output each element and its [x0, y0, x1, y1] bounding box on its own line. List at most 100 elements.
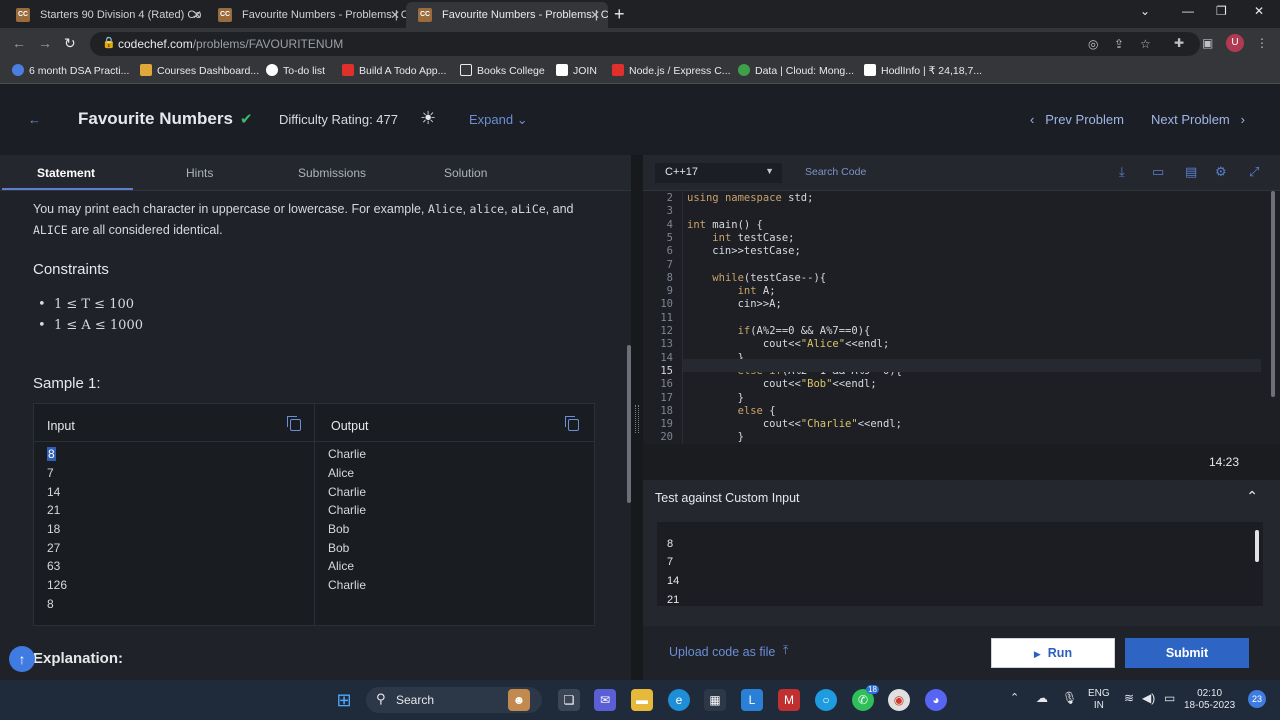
url-input[interactable]: 🔒 codechef.com/problems/FAVOURITENUM ◎ ⇪…	[90, 32, 1200, 56]
close-icon[interactable]: ✕	[590, 2, 600, 28]
sample-input-row[interactable]: 27	[47, 541, 60, 555]
code-line[interactable]: using namespace std;	[687, 192, 813, 204]
expand-button[interactable]: Expand ⌄	[469, 112, 528, 128]
menu-icon[interactable]: ⋮	[1256, 36, 1268, 50]
new-tab-icon[interactable]: +	[614, 2, 625, 26]
windows-start-icon[interactable]: ⊞	[333, 689, 355, 711]
sample-output-row[interactable]: Charlie	[328, 503, 366, 517]
sample-output-row[interactable]: Charlie	[328, 447, 366, 461]
tab-submissions[interactable]: Submissions	[298, 166, 366, 180]
sample-output-row[interactable]: Bob	[328, 522, 349, 536]
code-line[interactable]: int main() {	[687, 219, 763, 231]
code-line[interactable]: while(testCase--){	[687, 272, 826, 284]
onedrive-icon[interactable]: ☁	[1036, 692, 1048, 704]
drag-handle-icon[interactable]	[635, 405, 639, 433]
bookmark-item[interactable]: Books College	[460, 64, 545, 77]
tab-statement[interactable]: Statement	[37, 166, 95, 180]
cortana-icon[interactable]: ○	[815, 689, 837, 711]
bookmark-item[interactable]: HodlInfo | ₹ 24,18,7...	[864, 64, 982, 77]
prev-problem-button[interactable]: ‹ Prev Problem	[1030, 112, 1124, 127]
editor-scrollbar[interactable]	[1271, 191, 1275, 397]
edge-icon[interactable]: e	[668, 689, 690, 711]
code-line[interactable]: else {	[687, 405, 776, 417]
scroll-to-top-icon[interactable]: ↑	[9, 646, 35, 672]
fullscreen-icon[interactable]: ⤢	[1249, 164, 1259, 180]
sample-input-row[interactable]: 7	[47, 466, 54, 480]
wifi-icon[interactable]: ≋	[1124, 692, 1134, 704]
sample-input-row[interactable]: 63	[47, 559, 60, 573]
bookmark-star-icon[interactable]: ☆	[1140, 37, 1151, 51]
battery-icon[interactable]: ▭	[1164, 692, 1175, 704]
upload-icon[interactable]: ⤒	[783, 643, 788, 658]
language-select[interactable]: C++17 ▼	[655, 163, 782, 183]
custom-input-field[interactable]: 8 7 14 21	[657, 522, 1263, 606]
custom-input-scrollbar[interactable]	[1255, 530, 1259, 562]
comment-icon[interactable]: ▭	[1152, 164, 1164, 180]
sample-input-row[interactable]: 126	[47, 578, 67, 592]
sample-input-row[interactable]: 21	[47, 503, 60, 517]
code-line[interactable]: cin>>A;	[687, 298, 782, 310]
mcafee-icon[interactable]: M	[778, 689, 800, 711]
bookmark-item[interactable]: Data | Cloud: Mong...	[738, 64, 854, 77]
discord-icon[interactable]: ◕	[925, 689, 947, 711]
code-line[interactable]: }	[687, 392, 744, 404]
volume-icon[interactable]: ◀)	[1142, 692, 1155, 704]
file-explorer-icon[interactable]: ▬	[631, 689, 653, 711]
forward-icon[interactable]: →	[38, 35, 52, 51]
minimize-icon[interactable]: —	[1182, 4, 1194, 18]
eye-off-icon[interactable]: ◎	[1088, 37, 1098, 51]
code-line[interactable]: }	[687, 431, 744, 443]
bookmark-item[interactable]: 6 month DSA Practi...	[12, 64, 129, 77]
extensions-icon[interactable]: ✚	[1174, 36, 1184, 50]
sample-input-row[interactable]: 14	[47, 485, 60, 499]
close-icon[interactable]: ✕	[192, 2, 202, 28]
bookmark-item[interactable]: JOIN	[556, 64, 597, 77]
chevron-down-icon[interactable]: ⌄	[1140, 4, 1150, 18]
sample-output-row[interactable]: Charlie	[328, 485, 366, 499]
bookmark-item[interactable]: Build A Todo App...	[342, 64, 446, 77]
back-arrow-icon[interactable]: ←	[28, 112, 41, 127]
code-line[interactable]: if(A%2==0 && A%7==0){	[687, 325, 871, 337]
language-indicator[interactable]: ENG IN	[1088, 688, 1110, 712]
code-line[interactable]: int A;	[687, 285, 776, 297]
close-icon[interactable]: ✕	[390, 2, 400, 28]
bookmark-item[interactable]: Node.js / Express C...	[612, 64, 731, 77]
gear-icon[interactable]: ⚙	[1215, 164, 1227, 180]
sample-input-row[interactable]: 18	[47, 522, 60, 536]
sample-output-row[interactable]: Alice	[328, 466, 354, 480]
back-icon[interactable]: ←	[12, 35, 26, 51]
code-line[interactable]: cout<<"Alice"<<endl;	[687, 338, 889, 350]
code-line[interactable]: cout<<"Charlie"<<endl;	[687, 418, 902, 430]
code-editor[interactable]: 2 using namespace std; 3 4 int main() {5 int…	[643, 191, 1280, 444]
reload-icon[interactable]: ↻	[64, 35, 76, 52]
browser-tab[interactable]: CC Favourite Numbers - Problems | C ✕	[206, 2, 408, 28]
sample-input-row[interactable]: 8	[47, 597, 54, 611]
sample-output-row[interactable]: Charlie	[328, 578, 366, 592]
save-icon[interactable]: ▤	[1185, 164, 1197, 180]
window-close-icon[interactable]: ✕	[1254, 4, 1264, 18]
upload-code-link[interactable]: Upload code as file	[669, 645, 775, 659]
submit-button[interactable]: Submit	[1125, 638, 1249, 668]
maximize-icon[interactable]: ❐	[1216, 4, 1227, 18]
code-line[interactable]: int testCase;	[687, 232, 794, 244]
task-view-icon[interactable]: ❏	[558, 689, 580, 711]
bookmark-item[interactable]: To-do list	[266, 64, 325, 77]
browser-tab[interactable]: CC Starters 90 Division 4 (Rated) Co ✕	[4, 2, 210, 28]
next-problem-button[interactable]: Next Problem ›	[1151, 112, 1245, 127]
custom-input-header[interactable]: Test against Custom Input ⌃	[643, 480, 1280, 516]
notification-badge[interactable]: 23	[1248, 690, 1266, 708]
microphone-icon[interactable]: 🎙	[1062, 692, 1077, 704]
sun-icon[interactable]: ☀	[420, 108, 436, 129]
sample-output-row[interactable]: Bob	[328, 541, 349, 555]
sample-input-row[interactable]: 8	[47, 447, 56, 461]
widgets-icon[interactable]: ☻	[508, 689, 530, 711]
store-icon[interactable]: ▦	[704, 689, 726, 711]
browser-tab-active[interactable]: CC Favourite Numbers - Problems | C ✕	[406, 2, 608, 28]
search-code-input[interactable]: Search Code	[805, 166, 866, 178]
clock[interactable]: 02:10 18-05-2023	[1184, 688, 1235, 712]
app-l-icon[interactable]: L	[741, 689, 763, 711]
chat-icon[interactable]: ✉	[594, 689, 616, 711]
code-line[interactable]: cin>>testCase;	[687, 245, 801, 257]
chrome-icon[interactable]: ◉	[888, 689, 910, 711]
copy-icon[interactable]	[287, 416, 301, 431]
